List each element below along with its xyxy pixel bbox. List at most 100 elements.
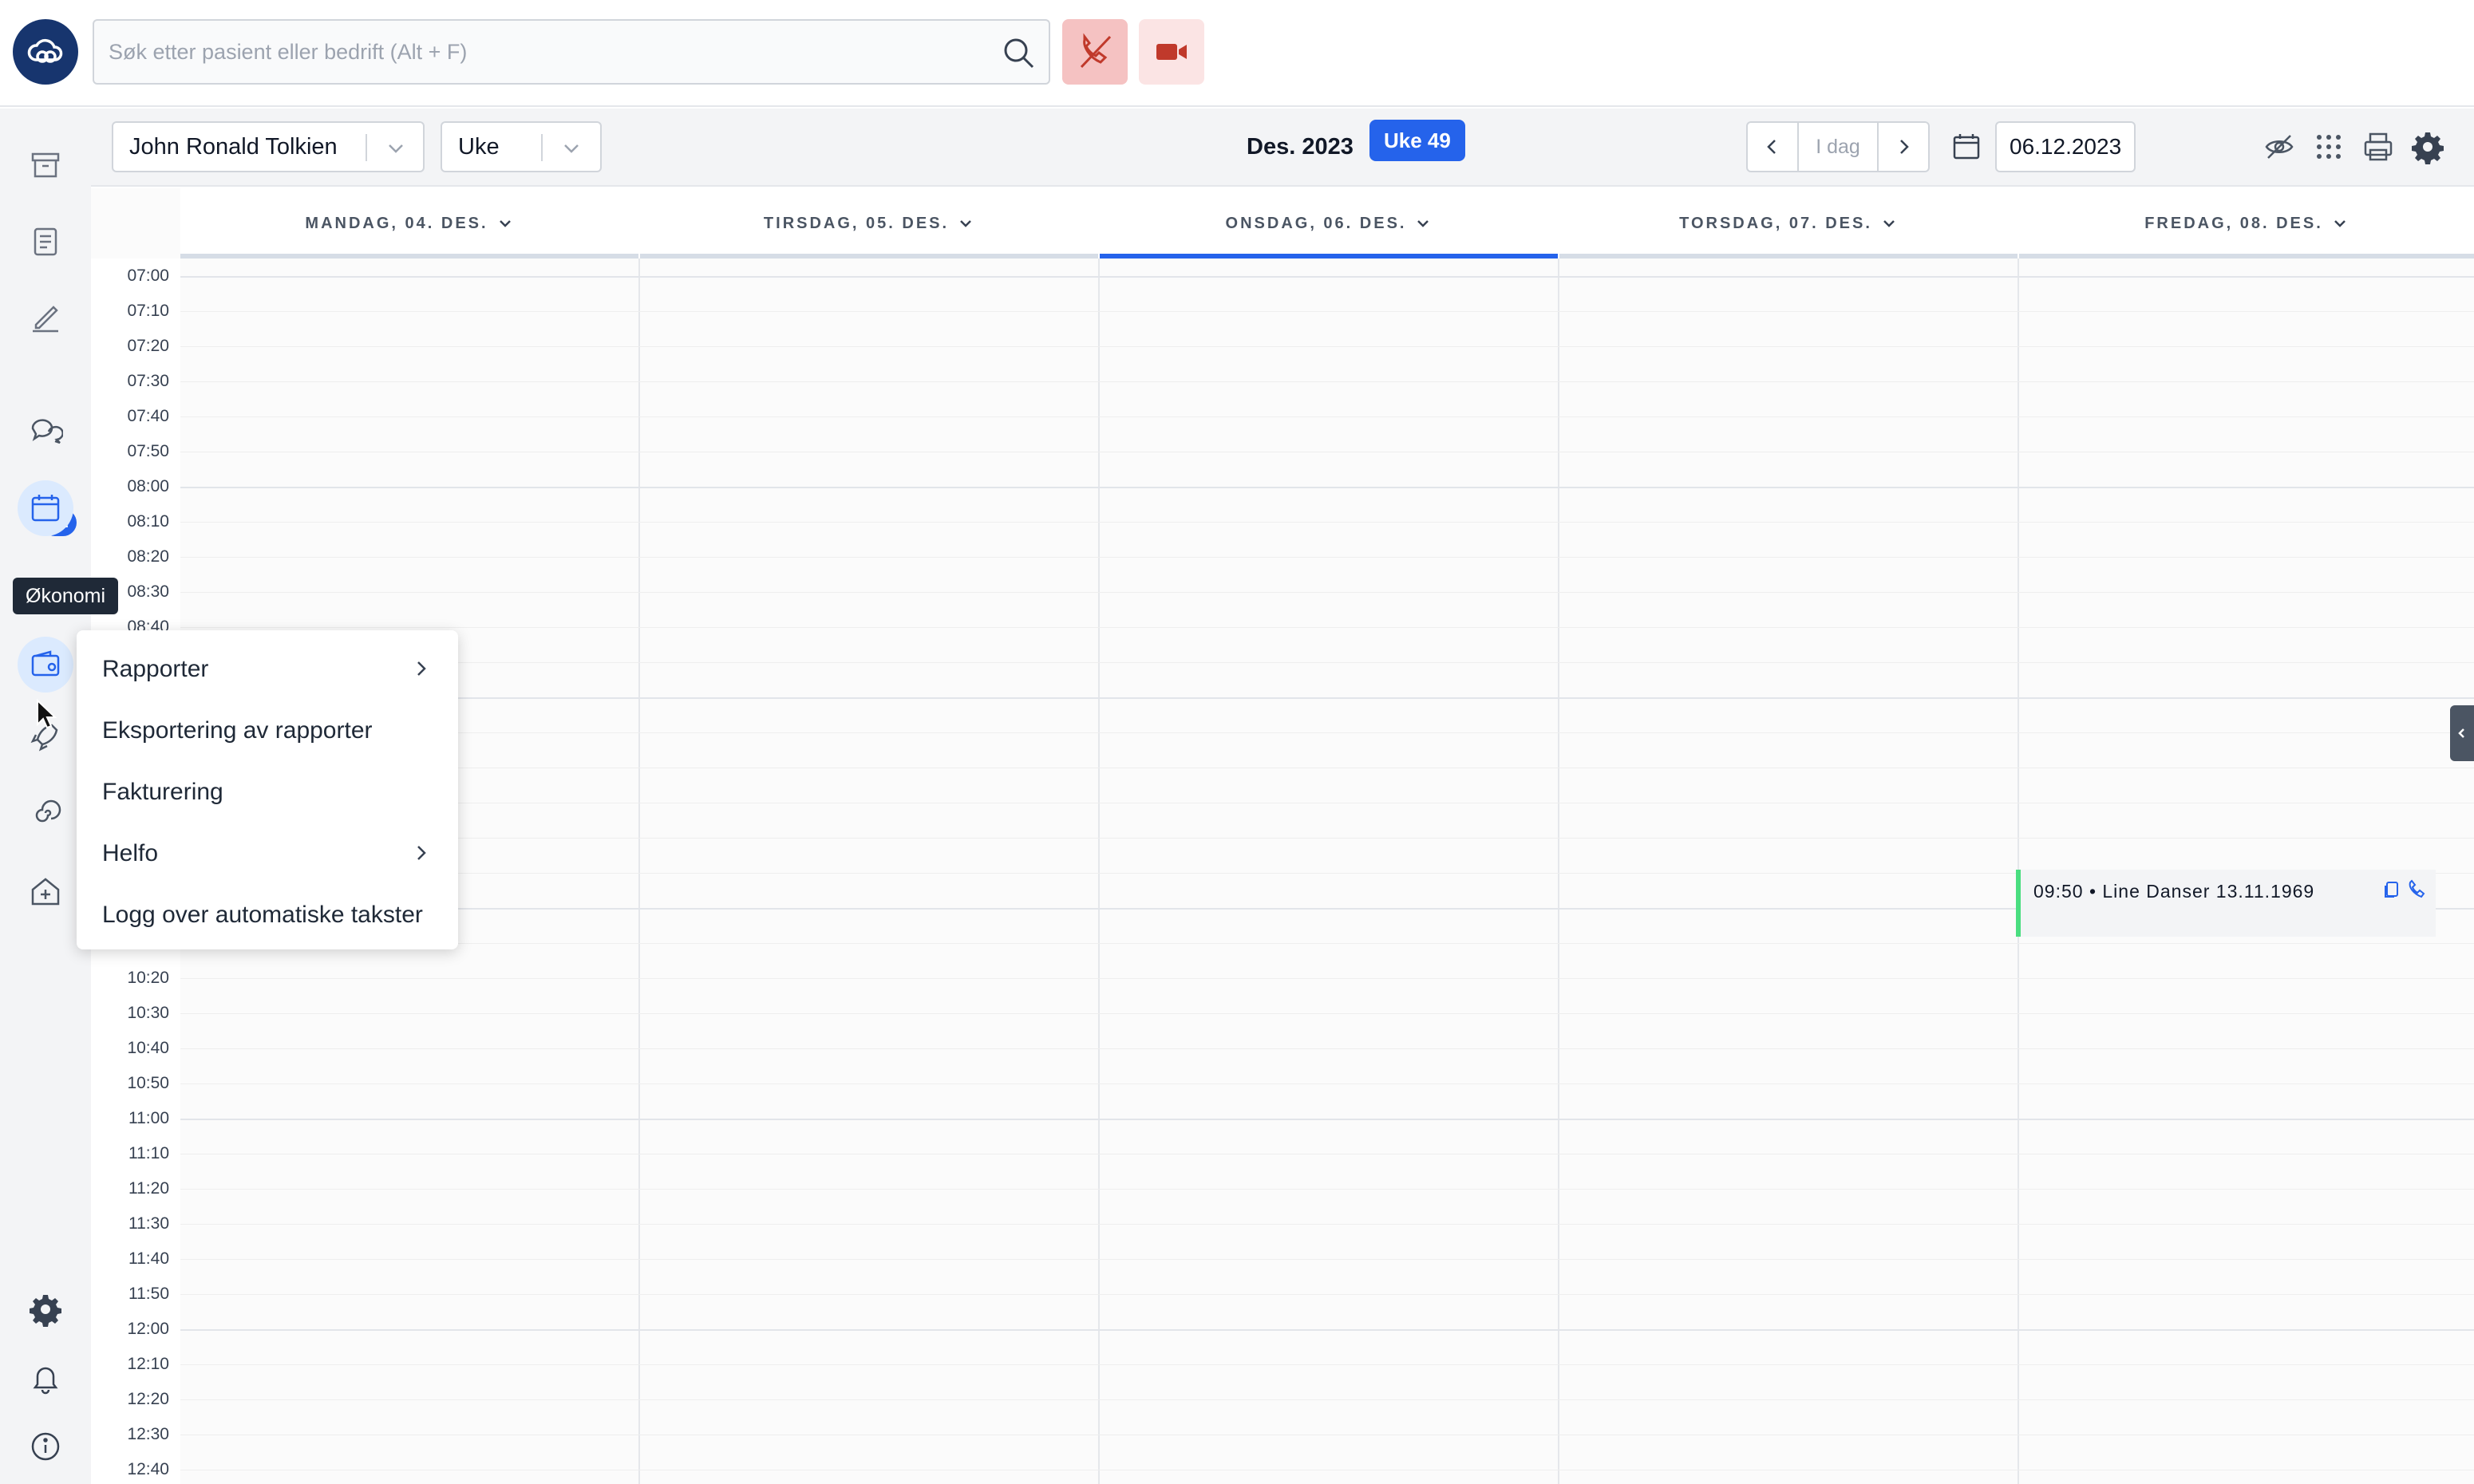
menu-item-label: Helfo <box>102 840 159 866</box>
search-input[interactable] <box>109 21 970 83</box>
time-row-line <box>180 276 2474 278</box>
day-label: ONSDAG, 06. DES. <box>1225 214 1407 232</box>
time-label: 11:10 <box>128 1144 169 1162</box>
chevron-left-icon <box>1767 140 1776 154</box>
sidebar-signing[interactable] <box>18 289 73 345</box>
sidebar-economy[interactable] <box>18 637 73 693</box>
search-icon[interactable] <box>1001 35 1036 70</box>
sidebar-info[interactable] <box>18 1419 73 1474</box>
time-label: 12:00 <box>127 1320 169 1338</box>
time-row-line <box>180 627 2474 628</box>
time-label: 08:20 <box>127 547 169 566</box>
app-logo[interactable] <box>13 19 78 85</box>
phone-off-button[interactable] <box>1062 19 1128 85</box>
time-row-line <box>180 522 2474 523</box>
eye-slash-icon[interactable] <box>2262 129 2297 164</box>
calendar-picker-icon[interactable] <box>1950 131 1982 163</box>
column-divider <box>1098 259 1100 1484</box>
gear-icon <box>30 1295 61 1327</box>
printer-icon[interactable] <box>2361 129 2396 164</box>
menu-item-report-export[interactable]: Eksportering av rapporter <box>77 700 458 761</box>
time-row-line <box>180 732 2474 733</box>
sidebar-calendar[interactable] <box>18 480 73 536</box>
sidebar-journal[interactable] <box>18 214 73 270</box>
video-call-button[interactable] <box>1139 19 1204 85</box>
appointment-icons <box>2381 879 2426 900</box>
top-bar <box>0 0 2474 107</box>
time-row-line <box>180 346 2474 347</box>
settings-gear-icon[interactable] <box>2410 129 2445 164</box>
time-label: 12:20 <box>127 1390 169 1408</box>
day-label: TIRSDAG, 05. DES. <box>763 214 950 232</box>
practitioner-select[interactable]: John Ronald Tolkien <box>112 121 425 172</box>
chevron-down-icon <box>499 220 511 227</box>
time-label: 11:40 <box>128 1249 169 1268</box>
time-row-line <box>180 416 2474 417</box>
menu-item-invoicing[interactable]: Fakturering <box>77 761 458 823</box>
collapse-panel-tab[interactable] <box>2450 705 2474 761</box>
prev-week-button[interactable] <box>1748 123 1797 171</box>
menu-item-label: Logg over automatiske takster <box>102 902 423 928</box>
date-input[interactable]: 06.12.2023 <box>1995 121 2136 172</box>
time-label: 11:30 <box>128 1214 169 1233</box>
calendar-toolbar: John Ronald Tolkien Uke Des. 2023 Uke 49… <box>91 109 2474 187</box>
pen-icon <box>33 306 58 333</box>
chevron-down-icon <box>389 144 403 153</box>
mouse-cursor-icon <box>37 699 57 729</box>
sidebar-integrations[interactable] <box>18 785 73 841</box>
bell-icon <box>33 1367 58 1395</box>
time-label: 12:30 <box>127 1425 169 1443</box>
sidebar-clinic[interactable] <box>18 863 73 919</box>
chevron-right-icon <box>417 846 426 860</box>
sidebar-notifications[interactable] <box>18 1350 73 1406</box>
time-label: 10:40 <box>127 1039 169 1057</box>
week-badge: Uke 49 <box>1369 120 1465 161</box>
chat-bubbles-icon <box>31 419 63 444</box>
time-label: 07:40 <box>127 407 169 425</box>
time-row-line <box>180 557 2474 558</box>
copy-icon[interactable] <box>2381 879 2402 900</box>
appointment-block[interactable]: 09:50 • Line Danser 13.11.1969 <box>2016 870 2436 937</box>
menu-item-auto-fees-log[interactable]: Logg over automatiske takster <box>77 884 458 945</box>
time-label: 10:20 <box>127 969 169 987</box>
day-header-tuesday[interactable]: TIRSDAG, 05. DES. <box>640 188 1098 259</box>
view-select[interactable]: Uke <box>441 121 602 172</box>
chevron-down-icon <box>1417 220 1429 227</box>
today-button[interactable]: I dag <box>1797 123 1879 171</box>
time-row-line <box>180 1224 2474 1225</box>
patient-search[interactable] <box>93 19 1050 85</box>
time-label: 11:50 <box>128 1285 169 1303</box>
time-label: 10:50 <box>127 1074 169 1092</box>
menu-item-label: Rapporter <box>102 656 209 682</box>
day-headers: MANDAG, 04. DES. TIRSDAG, 05. DES. ONSDA… <box>180 188 2474 259</box>
time-row-line <box>180 381 2474 382</box>
select-divider <box>366 134 367 161</box>
time-label: 08:00 <box>127 477 169 495</box>
day-label: MANDAG, 04. DES. <box>305 214 488 232</box>
day-header-thursday[interactable]: TORSDAG, 07. DES. <box>1559 188 2018 259</box>
day-header-wednesday[interactable]: ONSDAG, 06. DES. <box>1100 188 1558 259</box>
menu-item-helfo[interactable]: Helfo <box>77 823 458 884</box>
practitioner-value: John Ronald Tolkien <box>129 133 338 160</box>
sidebar-archive[interactable] <box>18 137 73 193</box>
appointment-text: 09:50 • Line Danser 13.11.1969 <box>2033 881 2315 902</box>
menu-item-reports[interactable]: Rapporter <box>77 638 458 700</box>
column-divider <box>638 259 640 1484</box>
sidebar-messages[interactable] <box>18 402 73 458</box>
next-week-button[interactable] <box>1879 123 1928 171</box>
day-header-friday[interactable]: FREDAG, 08. DES. <box>2019 188 2474 259</box>
grid-dots-icon[interactable] <box>2311 129 2346 164</box>
cloud-logo-icon <box>27 38 63 63</box>
economy-menu: Rapporter Eksportering av rapporter Fakt… <box>77 630 458 949</box>
time-label: 07:10 <box>127 302 169 320</box>
phone-icon[interactable] <box>2405 879 2426 900</box>
menu-item-label: Eksportering av rapporter <box>102 717 373 744</box>
time-row-line <box>180 662 2474 663</box>
time-row-line <box>180 1119 2474 1120</box>
day-header-monday[interactable]: MANDAG, 04. DES. <box>180 188 638 259</box>
sidebar-settings[interactable] <box>18 1281 73 1337</box>
time-row-line <box>180 592 2474 593</box>
chevron-down-icon <box>1883 220 1895 227</box>
wallet-icon <box>31 650 60 677</box>
time-row-line <box>180 1364 2474 1365</box>
